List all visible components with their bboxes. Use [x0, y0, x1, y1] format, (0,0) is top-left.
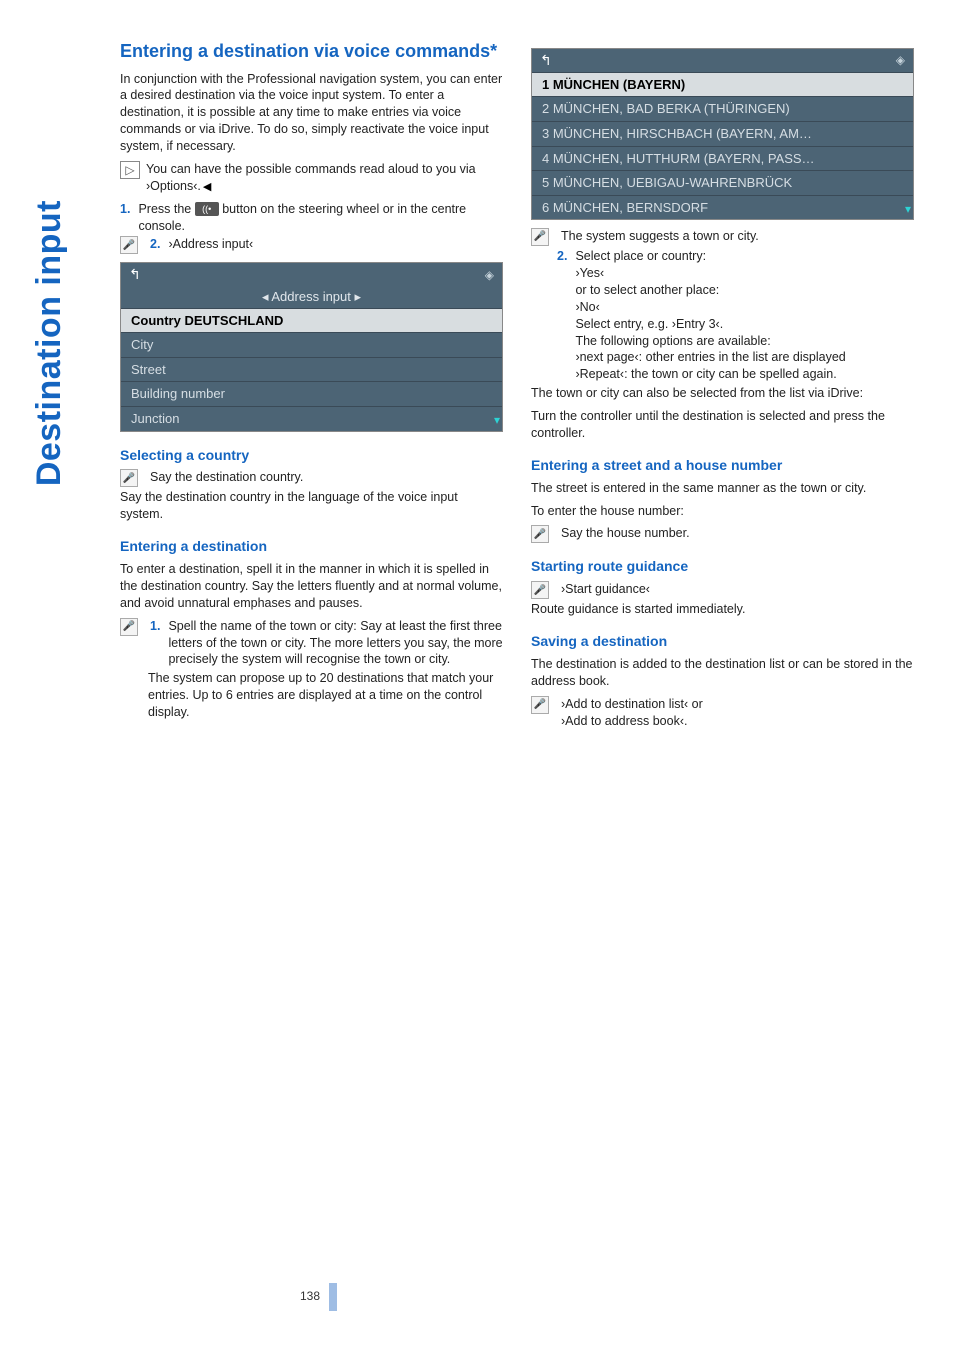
system-suggests: 🎤 The system suggests a town or city.	[531, 228, 914, 246]
subheading-selecting-country: Selecting a country	[120, 446, 503, 465]
back-arrow-icon: ↰	[540, 51, 552, 70]
spell-step-text: Spell the name of the town or city: Say …	[168, 618, 503, 669]
say-house-number-text: Say the house number.	[561, 525, 690, 542]
mic-icon: 🎤	[120, 236, 138, 254]
step-1: 1. Press the ((• button on the steering …	[120, 201, 503, 235]
panel-row: Junction	[121, 406, 502, 431]
left-column: Entering a destination via voice command…	[120, 40, 503, 732]
tip-options: ▷ You can have the possible commands rea…	[120, 161, 503, 195]
tip-icon: ▷	[120, 161, 140, 179]
subheading-entering-destination: Entering a destination	[120, 537, 503, 556]
street-p1: The street is entered in the same manner…	[531, 480, 914, 497]
idrive-note-a: The town or city can also be selected fr…	[531, 385, 914, 402]
step-2: 🎤 2. ›Address input‹	[120, 236, 503, 254]
step-2-text: ›Address input‹	[168, 236, 253, 253]
panel-row: 6 MÜNCHEN, BERNSDORF	[532, 195, 913, 220]
spell-step: 🎤 1. Spell the name of the town or city:…	[120, 618, 503, 669]
mic-icon: 🎤	[531, 228, 549, 246]
step-2-title: Select place or country:	[575, 248, 845, 265]
step-2-line: The following options are available:	[575, 333, 845, 350]
mic-icon: 🎤	[531, 696, 549, 714]
panel-title: ◂ Address input ▸	[121, 286, 502, 308]
heading-voice-commands: Entering a destination via voice command…	[120, 40, 503, 63]
subheading-street-house: Entering a street and a house number	[531, 456, 914, 475]
start-guidance-p: Route guidance is started immediately.	[531, 601, 914, 618]
start-guidance-cmd: 🎤 ›Start guidance‹	[531, 581, 914, 599]
step-1a: Press the	[138, 202, 194, 216]
panel-header: ↰ ◈	[532, 49, 913, 72]
scroll-down-icon: ▾	[905, 201, 911, 217]
mic-icon: 🎤	[531, 581, 549, 599]
back-arrow-icon: ↰	[129, 265, 141, 284]
panel-row: Street	[121, 357, 502, 382]
country-language-note: Say the destination country in the langu…	[120, 489, 503, 523]
save-cmd1: ›Add to destination list‹ or	[561, 696, 703, 713]
panel-header: ↰ ◈	[121, 263, 502, 286]
step-2-line: or to select another place:	[575, 282, 845, 299]
diamond-icon: ◈	[485, 267, 494, 283]
panel-row: 4 MÜNCHEN, HUTTHURM (BAYERN, PASS…	[532, 146, 913, 171]
mic-icon: 🎤	[120, 618, 138, 636]
intro-text: In conjunction with the Professional nav…	[120, 71, 503, 155]
diamond-icon: ◈	[896, 52, 905, 68]
address-input-panel: ↰ ◈ ◂ Address input ▸ Country DEUTSCHLAN…	[120, 262, 503, 431]
results-panel: ↰ ◈ 1 MÜNCHEN (BAYERN) 2 MÜNCHEN, BAD BE…	[531, 48, 914, 220]
content-columns: Entering a destination via voice command…	[120, 40, 914, 732]
subheading-saving-destination: Saving a destination	[531, 632, 914, 651]
step-2-select: 2. Select place or country: ›Yes‹ or to …	[531, 248, 914, 383]
step-2-line: ›Yes‹	[575, 265, 845, 282]
say-country: 🎤 Say the destination country.	[120, 469, 503, 487]
mic-icon: 🎤	[531, 525, 549, 543]
step-number: 2.	[557, 248, 567, 265]
street-p2: To enter the house number:	[531, 503, 914, 520]
right-column: ↰ ◈ 1 MÜNCHEN (BAYERN) 2 MÜNCHEN, BAD BE…	[531, 40, 914, 732]
panel-row: 2 MÜNCHEN, BAD BERKA (THÜRINGEN)	[532, 96, 913, 121]
scroll-down-icon: ▾	[494, 412, 500, 428]
say-country-text: Say the destination country.	[150, 469, 303, 486]
step-2-line: Select entry, e.g. ›Entry 3‹.	[575, 316, 845, 333]
panel-row: Building number	[121, 381, 502, 406]
idrive-note-b: Turn the controller until the destinatio…	[531, 408, 914, 442]
step-2-block: Select place or country: ›Yes‹ or to sel…	[575, 248, 845, 383]
save-cmds: 🎤 ›Add to destination list‹ or ›Add to a…	[531, 696, 914, 730]
propose-text: The system can propose up to 20 destinat…	[120, 670, 503, 721]
tip-text: You can have the possible commands read …	[146, 161, 503, 195]
panel-row: 3 MÜNCHEN, HIRSCHBACH (BAYERN, AM…	[532, 121, 913, 146]
page-number: 138	[300, 1283, 337, 1311]
ptt-button-icon: ((•	[195, 202, 219, 216]
panel-row: 1 MÜNCHEN (BAYERN)	[532, 72, 913, 97]
step-2-line: ›Repeat‹: the town or city can be spelle…	[575, 366, 845, 383]
start-guidance-text: ›Start guidance‹	[561, 581, 650, 598]
system-suggests-text: The system suggests a town or city.	[561, 228, 759, 245]
mic-icon: 🎤	[120, 469, 138, 487]
side-tab: Destination input	[30, 200, 69, 486]
step-number: 1.	[150, 618, 160, 635]
step-1-text: Press the ((• button on the steering whe…	[138, 201, 503, 235]
step-number: 2.	[150, 236, 160, 253]
save-p: The destination is added to the destinat…	[531, 656, 914, 690]
save-cmd2: ›Add to address book‹.	[561, 713, 703, 730]
panel-row: City	[121, 332, 502, 357]
page-bar	[329, 1283, 337, 1311]
save-cmd-block: ›Add to destination list‹ or ›Add to add…	[561, 696, 703, 730]
step-number: 1.	[120, 201, 130, 218]
page-number-text: 138	[300, 1289, 320, 1303]
panel-row: 5 MÜNCHEN, UEBIGAU-WAHRENBRÜCK	[532, 170, 913, 195]
entering-destination-text: To enter a destination, spell it in the …	[120, 561, 503, 612]
say-house-number: 🎤 Say the house number.	[531, 525, 914, 543]
panel-row: Country DEUTSCHLAND	[121, 308, 502, 333]
subheading-start-guidance: Starting route guidance	[531, 557, 914, 576]
step-2-line: ›next page‹: other entries in the list a…	[575, 349, 845, 366]
step-2-line: ›No‹	[575, 299, 845, 316]
